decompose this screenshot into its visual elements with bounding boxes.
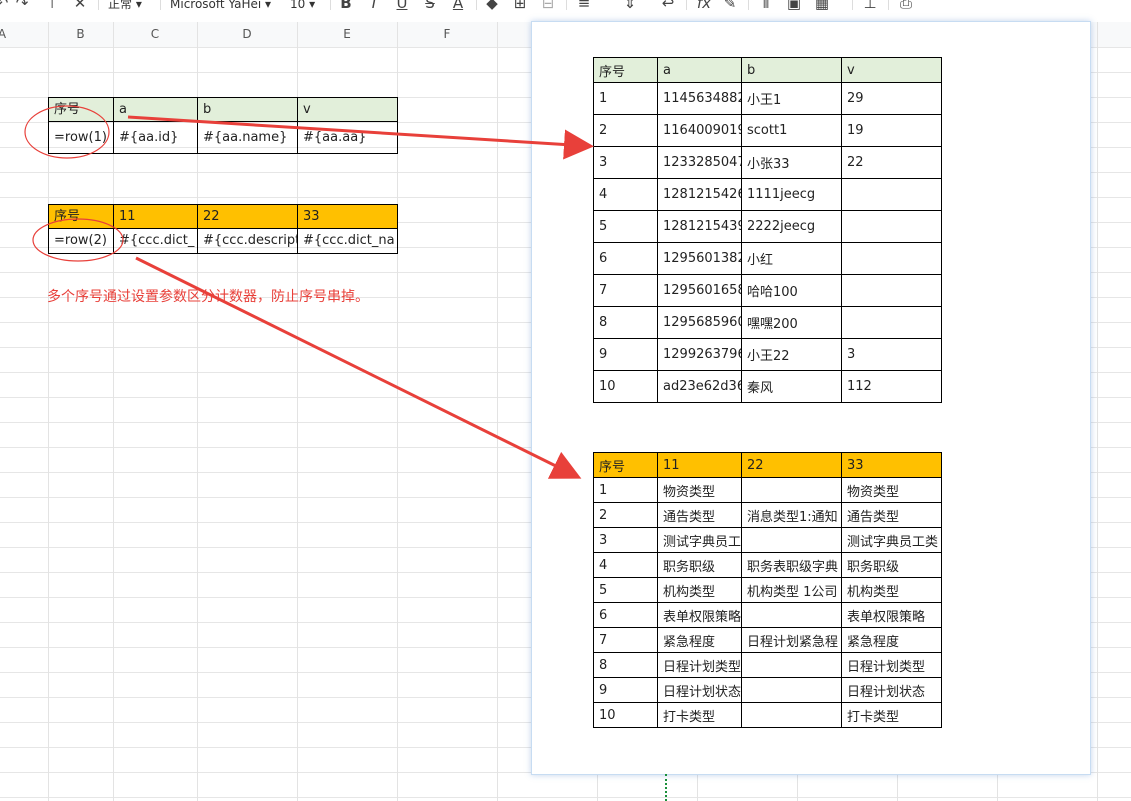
highlight-circle	[32, 218, 124, 262]
arrow-to-preview-table-1	[127, 115, 594, 160]
annotation-overlay	[24, 105, 594, 479]
arrow-to-preview-table-2	[135, 256, 582, 479]
highlight-circle	[24, 105, 110, 159]
